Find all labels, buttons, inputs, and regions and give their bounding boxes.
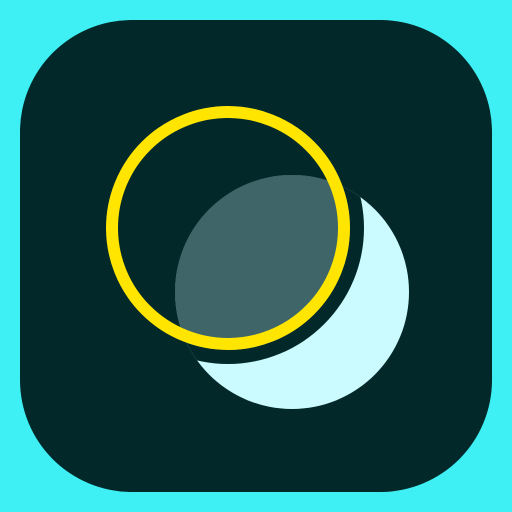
- eclipse-icon: [106, 106, 409, 409]
- app-icon-canvas: [0, 0, 512, 512]
